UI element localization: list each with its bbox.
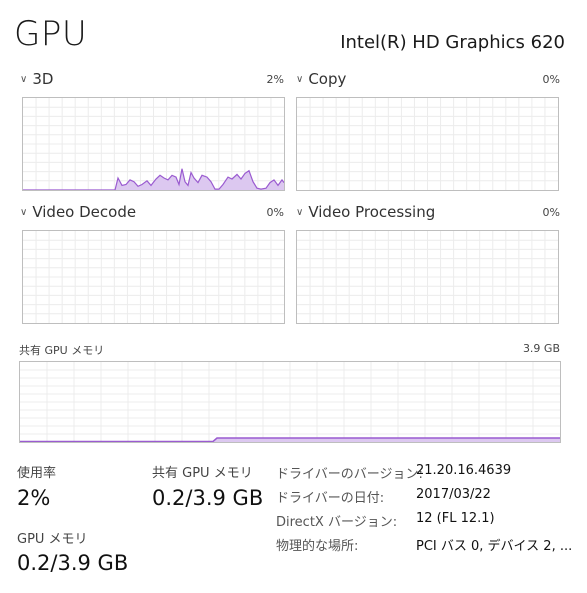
engine-label: Copy: [308, 70, 347, 88]
utilization-value: 2%: [17, 486, 51, 510]
driver-date-value: 2017/03/22: [416, 487, 491, 502]
gpu-memory-value: 0.2/3.9 GB: [17, 551, 129, 575]
engine-percent: 2%: [266, 73, 284, 86]
engine-selector-video-decode[interactable]: ∨ Video Decode: [20, 203, 136, 221]
engine-graph-video-decode: [22, 230, 285, 324]
engine-selector-3d[interactable]: ∨ 3D: [20, 70, 53, 88]
engine-graph-copy: [296, 97, 559, 191]
driver-version-label: ドライバーのバージョン:: [276, 467, 423, 482]
driver-date-label: ドライバーの日付:: [276, 491, 385, 506]
engine-graph-3d-svg: [23, 98, 284, 190]
engine-selector-video-processing[interactable]: ∨ Video Processing: [296, 203, 435, 221]
page-title: GPU: [14, 14, 88, 54]
adapter-name: Intel(R) HD Graphics 620: [340, 32, 565, 53]
chevron-down-icon: ∨: [20, 206, 28, 218]
shared-gpu-memory-label: 共有 GPU メモリ: [152, 466, 253, 481]
engine-selector-copy[interactable]: ∨ Copy: [296, 70, 346, 88]
engine-label: Video Decode: [32, 203, 137, 221]
shared-memory-graph: [19, 361, 561, 443]
chevron-down-icon: ∨: [296, 73, 304, 85]
directx-version-label: DirectX バージョン:: [276, 515, 398, 530]
engine-percent: 0%: [542, 73, 560, 86]
engine-graph-video-processing-svg: [297, 231, 558, 323]
chevron-down-icon: ∨: [296, 206, 304, 218]
driver-version-value: 21.20.16.4639: [416, 463, 512, 478]
engine-graph-video-decode-svg: [23, 231, 284, 323]
engine-label: 3D: [32, 70, 54, 88]
gpu-memory-label: GPU メモリ: [17, 532, 88, 547]
shared-memory-graph-max: 3.9 GB: [522, 342, 560, 355]
engine-graph-video-processing: [296, 230, 559, 324]
physical-location-value: PCI バス 0, デバイス 2, ...: [416, 539, 573, 554]
engine-label: Video Processing: [308, 203, 436, 221]
directx-version-value: 12 (FL 12.1): [416, 511, 495, 526]
physical-location-label: 物理的な場所:: [276, 539, 359, 554]
engine-graph-copy-svg: [297, 98, 558, 190]
engine-percent: 0%: [542, 206, 560, 219]
utilization-label: 使用率: [17, 466, 57, 481]
engine-graph-3d: [22, 97, 285, 191]
shared-memory-graph-svg: [20, 362, 560, 442]
chevron-down-icon: ∨: [20, 73, 28, 85]
engine-percent: 0%: [266, 206, 284, 219]
shared-memory-graph-label: 共有 GPU メモリ: [19, 344, 105, 357]
shared-gpu-memory-value: 0.2/3.9 GB: [152, 486, 264, 510]
